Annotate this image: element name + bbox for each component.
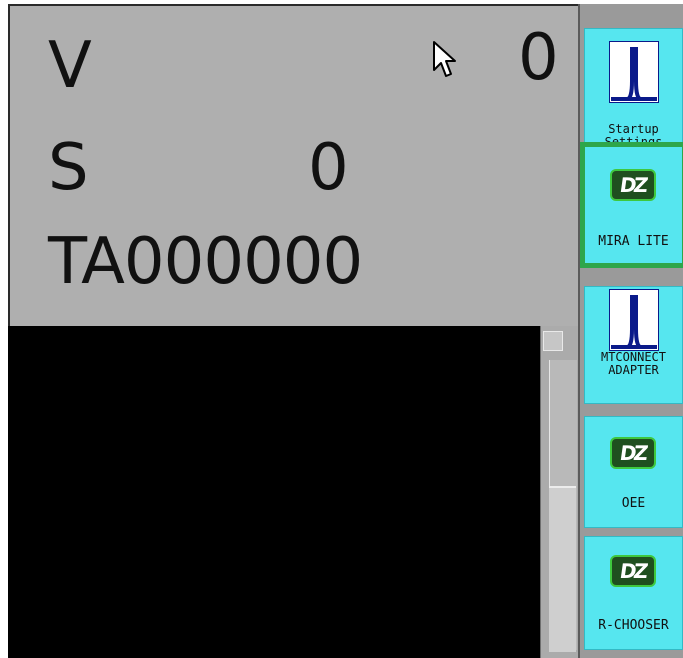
app-mira-lite[interactable]: DZ MIRA LITE: [580, 142, 683, 268]
tuner-icon: [609, 41, 659, 103]
dz-logo-icon: DZ: [610, 555, 656, 587]
app-name: MIRA LITE: [598, 234, 669, 249]
app-name: R-CHOOSER: [598, 618, 669, 633]
dz-logo-text: DZ: [618, 559, 648, 583]
v-label: V: [48, 29, 92, 103]
scroll-up-button[interactable]: [543, 331, 563, 351]
app-name: MTCONNECT ADAPTER: [600, 350, 667, 377]
v-value: 0: [518, 21, 559, 95]
app-startup-settings[interactable]: Startup Settings: [584, 28, 683, 149]
app-mtconnect-adapter[interactable]: MTCONNECT ADAPTER: [584, 286, 683, 404]
dz-logo-icon: DZ: [610, 437, 656, 469]
ta-value: TA000000: [48, 225, 363, 299]
content-area: [8, 326, 540, 658]
s-label: S: [48, 131, 89, 205]
dz-logo-text: DZ: [618, 441, 648, 465]
app-oee[interactable]: DZ OEE: [584, 416, 683, 528]
s-value: 0: [308, 131, 349, 205]
app-name: OEE: [621, 496, 646, 511]
dz-logo-icon: DZ: [610, 169, 656, 201]
tuner-icon: [609, 289, 659, 351]
dz-logo-text: DZ: [618, 173, 648, 197]
app-r-chooser[interactable]: DZ R-CHOOSER: [584, 536, 683, 650]
position-readout-panel: V 0 S 0 TA000000: [8, 4, 578, 326]
mouse-pointer-icon: [433, 41, 456, 77]
scroll-thumb[interactable]: [549, 486, 576, 652]
